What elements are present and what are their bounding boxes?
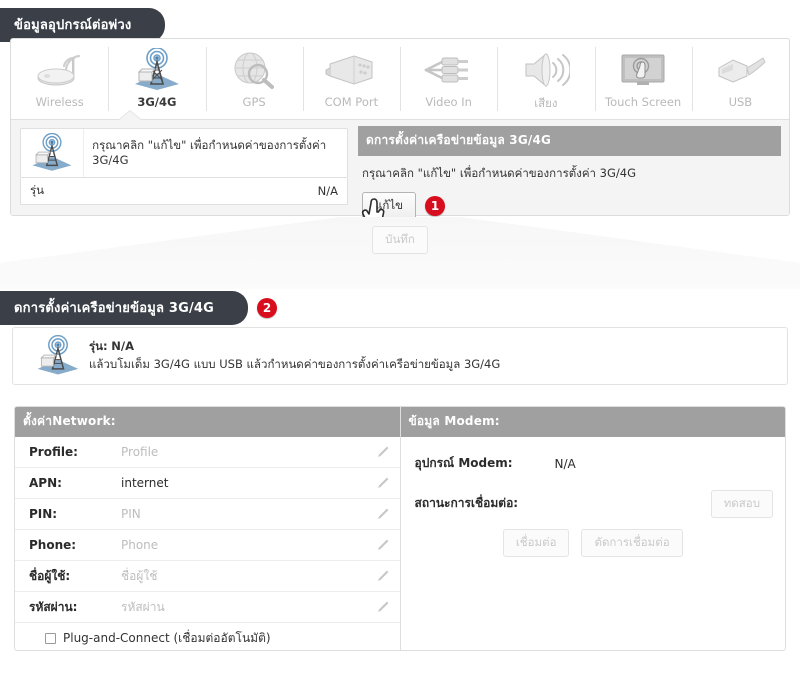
field-value: internet	[121, 476, 169, 490]
tab-label: Video In	[425, 95, 472, 109]
cell-tower-icon	[131, 47, 183, 93]
section2-title-row: ดการตั้งค่าเครือข่ายข้อมูล 3G/4G 2	[0, 291, 278, 325]
connection-status-label: สถานะการเชื่อมต่อ:	[414, 496, 519, 510]
tab-content-3g4g: กรุณาคลิก "แก้ไข" เพื่อกำหนดค่าของการตั้…	[11, 111, 789, 225]
settings-form: ตั้งค่าNetwork: Profile: Profile APN: in…	[14, 406, 786, 651]
tab-label: USB	[728, 95, 753, 109]
edit-pencil-icon[interactable]	[376, 507, 390, 521]
field-value: Profile	[121, 445, 159, 459]
modem-device-label: อุปกรณ์ Modem:	[414, 456, 513, 470]
tab-gps[interactable]: GPS	[205, 39, 303, 119]
plug-and-connect-label: Plug-and-Connect (เชื่อมต่ออัตโนมัติ)	[63, 631, 271, 645]
speaker-icon	[522, 47, 570, 93]
rca-cable-icon	[422, 47, 476, 93]
globe-magnifier-icon	[229, 47, 279, 93]
edit-pencil-icon[interactable]	[376, 538, 390, 552]
device-note-text: กรุณาคลิก "แก้ไข" เพื่อกำหนดค่าของการตั้…	[92, 138, 327, 167]
edit-pencil-icon[interactable]	[376, 445, 390, 459]
tab-label: 3G/4G	[137, 95, 177, 109]
modem-column: ข้อมูล Modem: อุปกรณ์ Modem: N/A สถานะกา…	[400, 407, 786, 650]
device-tabstrip: Wireless 3G/4G GPS COM Port Video In เสี…	[11, 39, 789, 119]
field-value: Phone	[121, 538, 159, 552]
field-row-username[interactable]: ชื่อผู้ใช้: ชื่อผู้ใช้	[15, 561, 400, 592]
network-settings-column: ตั้งค่าNetwork: Profile: Profile APN: in…	[15, 407, 401, 650]
modem-panel-header: ข้อมูล Modem:	[400, 407, 785, 437]
plug-and-connect-row[interactable]: Plug-and-Connect (เชื่อมต่ออัตโนมัติ)	[15, 623, 400, 650]
field-label: ชื่อผู้ใช้:	[29, 568, 71, 583]
section2-title: ดการตั้งค่าเครือข่ายข้อมูล 3G/4G	[0, 291, 249, 325]
network-settings-header: ตั้งค่าNetwork:	[15, 407, 400, 437]
field-row-profile[interactable]: Profile: Profile	[15, 437, 400, 468]
connection-status-row: สถานะการเชื่อมต่อ: ทดสอบ	[401, 488, 786, 519]
field-value: ชื่อผู้ใช้	[121, 568, 158, 583]
modem-model-line: รุ่น: N/A	[89, 338, 500, 356]
modem-device-value: N/A	[554, 456, 576, 471]
field-label: APN:	[29, 476, 62, 490]
tab-com-port[interactable]: COM Port	[302, 39, 400, 119]
field-value: PIN	[121, 507, 141, 521]
step-badge-1: 1	[425, 196, 446, 216]
save-button[interactable]: บันทึก	[372, 226, 428, 254]
tab-touch-screen[interactable]: Touch Screen	[594, 39, 692, 119]
modem-model-value: N/A	[111, 339, 135, 354]
device-model-value: N/A	[317, 184, 338, 198]
connection-actions: เชื่อมต่อ ตัดการเชื่อมต่อ	[401, 519, 786, 557]
network-config-header: ดการตั้งค่าเครือข่ายข้อมูล 3G/4G	[358, 126, 781, 156]
peripheral-panel: Wireless 3G/4G GPS COM Port Video In เสี…	[10, 38, 790, 225]
network-config-note: กรุณาคลิก "แก้ไข" เพื่อกำหนดค่าของการตั้…	[362, 166, 636, 180]
step-badge-2: 2	[257, 298, 278, 318]
plug-and-connect-checkbox[interactable]	[45, 633, 56, 644]
network-config-actions: แก้ไข 1	[358, 192, 781, 220]
cell-tower-icon	[27, 335, 89, 377]
modem-model-label: รุ่น:	[89, 339, 108, 354]
tab-label: เสียง	[534, 96, 558, 110]
tab-usb[interactable]: USB	[691, 39, 789, 119]
usb-connector-icon	[713, 47, 767, 93]
network-config-right: ดการตั้งค่าเครือข่ายข้อมูล 3G/4G กรุณาคล…	[356, 120, 789, 225]
edit-pencil-icon[interactable]	[376, 600, 390, 614]
field-label: Phone:	[29, 538, 77, 552]
connect-button[interactable]: เชื่อมต่อ	[502, 529, 570, 557]
field-row-phone[interactable]: Phone: Phone	[15, 530, 400, 561]
test-button[interactable]: ทดสอบ	[710, 489, 773, 518]
tab-3g4g[interactable]: 3G/4G	[108, 39, 205, 119]
tab-label: Touch Screen	[605, 95, 682, 109]
device-model-row: รุ่น N/A	[20, 178, 348, 205]
device-model-label: รุ่น	[30, 183, 45, 197]
modem-info-description: แล้วบโมเด็ม 3G/4G แบบ USB แล้วกำหนดค่าขอ…	[89, 357, 501, 371]
disconnect-button[interactable]: ตัดการเชื่อมต่อ	[581, 529, 683, 557]
tab-caret-icon	[119, 111, 141, 120]
touchscreen-icon	[617, 47, 669, 93]
save-button-wrap: บันทึก	[0, 226, 800, 254]
tab-label: COM Port	[324, 95, 379, 109]
cell-tower-icon	[21, 129, 85, 177]
tab-sound[interactable]: เสียง	[497, 39, 594, 119]
modem-info-text: รุ่น: N/A แล้วบโมเด็ม 3G/4G แบบ USB แล้ว…	[89, 338, 500, 374]
field-label: รหัสผ่าน:	[29, 599, 78, 614]
field-label: Profile:	[29, 445, 78, 459]
field-row-pin[interactable]: PIN: PIN	[15, 499, 400, 530]
edit-pencil-icon[interactable]	[376, 569, 390, 583]
field-row-password[interactable]: รหัสผ่าน: รหัสผ่าน	[15, 592, 400, 623]
field-value: รหัสผ่าน	[121, 599, 165, 614]
tab-wireless[interactable]: Wireless	[11, 39, 108, 119]
serial-connector-icon	[324, 47, 378, 93]
edit-pencil-icon[interactable]	[376, 476, 390, 490]
page-title: ข้อมูลอุปกรณ์ต่อพ่วง	[0, 8, 166, 42]
section1-title-row: ข้อมูลอุปกรณ์ต่อพ่วง	[0, 8, 166, 42]
tab-label: Wireless	[35, 95, 84, 109]
device-note-card: กรุณาคลิก "แก้ไข" เพื่อกำหนดค่าของการตั้…	[20, 128, 348, 178]
tab-label: GPS	[242, 95, 266, 109]
modem-info-box: รุ่น: N/A แล้วบโมเด็ม 3G/4G แบบ USB แล้ว…	[12, 327, 788, 385]
tab-video-in[interactable]: Video In	[400, 39, 497, 119]
device-summary-left: กรุณาคลิก "แก้ไข" เพื่อกำหนดค่าของการตั้…	[11, 120, 356, 215]
field-label: PIN:	[29, 507, 58, 521]
modem-device-row: อุปกรณ์ Modem: N/A	[401, 448, 786, 479]
router-icon	[34, 47, 86, 93]
field-row-apn[interactable]: APN: internet	[15, 468, 400, 499]
edit-button[interactable]: แก้ไข	[362, 192, 417, 220]
